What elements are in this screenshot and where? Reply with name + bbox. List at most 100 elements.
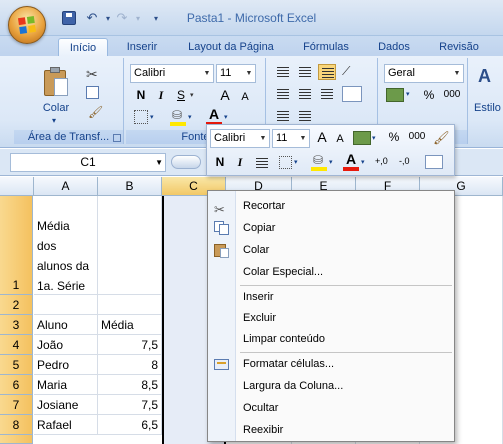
fill-color-dropdown-icon[interactable]: ▾ xyxy=(188,113,192,121)
align-left-icon[interactable] xyxy=(274,86,292,102)
select-all-corner[interactable] xyxy=(0,177,34,196)
font-size-dropdown-icon[interactable]: ▼ xyxy=(243,65,255,82)
font-name-combo[interactable]: Calibri ▼ xyxy=(130,64,214,83)
mini-font-name-dropdown-icon[interactable]: ▼ xyxy=(257,130,269,147)
mini-font-size-combo[interactable]: 11 ▼ xyxy=(272,129,310,148)
row-header-4[interactable]: 4 xyxy=(0,335,33,355)
row-header-7[interactable]: 7 xyxy=(0,395,33,415)
menu-item-colar-especial[interactable]: Colar Especial... xyxy=(208,261,454,283)
styles-icon[interactable]: A xyxy=(478,66,491,87)
row-header-8[interactable]: 8 xyxy=(0,415,33,435)
underline-dropdown-icon[interactable]: ▾ xyxy=(190,91,194,99)
cell-b8[interactable]: 6,5 xyxy=(98,415,162,435)
name-box-dropdown-icon[interactable]: ▼ xyxy=(155,154,163,171)
borders-icon[interactable] xyxy=(134,110,148,124)
mini-fill-color-icon[interactable]: ⛁ xyxy=(311,153,327,171)
font-name-dropdown-icon[interactable]: ▼ xyxy=(201,65,213,82)
paste-icon[interactable] xyxy=(42,66,70,100)
cell-b6[interactable]: 8,5 xyxy=(98,375,162,395)
cell-a8[interactable]: Rafael xyxy=(34,415,98,435)
copy-icon[interactable] xyxy=(86,86,99,99)
column-header-b[interactable]: B xyxy=(98,177,162,196)
row-header-2[interactable]: 2 xyxy=(0,295,33,315)
cut-icon[interactable]: ✂ xyxy=(86,66,98,83)
mini-decrease-decimal-icon[interactable]: -,0 xyxy=(399,156,410,166)
mini-increase-decimal-icon[interactable]: +,0 xyxy=(375,156,388,166)
row-header-3[interactable]: 3 xyxy=(0,315,33,335)
tab-inicio[interactable]: Início xyxy=(58,38,108,56)
menu-item-colar[interactable]: Colar xyxy=(208,239,454,261)
paste-button[interactable]: Colar xyxy=(28,102,84,114)
mini-borders-icon[interactable] xyxy=(279,156,292,169)
cell-a1[interactable]: Média dos alunos da 1a. Série xyxy=(34,196,98,295)
shrink-font-button[interactable]: A xyxy=(236,88,254,106)
mini-thousands-button[interactable]: 000 xyxy=(405,128,429,146)
align-right-icon[interactable] xyxy=(318,86,336,102)
row-header-5[interactable]: 5 xyxy=(0,355,33,375)
cell-a5[interactable]: Pedro xyxy=(34,355,98,375)
cell-b5[interactable]: 8 xyxy=(98,355,162,375)
mini-font-name-combo[interactable]: Calibri ▼ xyxy=(210,129,270,148)
name-box[interactable]: C1 ▼ xyxy=(10,153,166,172)
orientation-icon[interactable]: ⟋ xyxy=(342,64,362,80)
grow-font-button[interactable]: A xyxy=(216,86,234,104)
row-header-6[interactable]: 6 xyxy=(0,375,33,395)
mini-align-center-icon[interactable] xyxy=(253,155,271,171)
cell-b3[interactable]: Média xyxy=(98,315,162,335)
merge-cells-icon[interactable] xyxy=(342,86,362,102)
mini-italic-button[interactable]: I xyxy=(231,153,249,171)
menu-item-largura-da-coluna[interactable]: Largura da Coluna... xyxy=(208,375,454,397)
align-center-icon[interactable] xyxy=(296,86,314,102)
formula-bar-handle[interactable] xyxy=(171,155,201,169)
mini-shrink-font-button[interactable]: A xyxy=(331,130,349,148)
menu-item-recortar[interactable]: ✂ Recortar xyxy=(208,195,454,217)
menu-item-reexibir[interactable]: Reexibir xyxy=(208,419,454,441)
font-color-icon[interactable]: A xyxy=(206,106,222,126)
cell-b7[interactable]: 7,5 xyxy=(98,395,162,415)
currency-dropdown-icon[interactable]: ▾ xyxy=(406,90,410,98)
mini-font-color-icon[interactable]: A xyxy=(343,151,359,171)
percent-button[interactable]: % xyxy=(420,86,438,104)
mini-fill-color-dropdown-icon[interactable]: ▾ xyxy=(329,158,333,166)
mini-font-color-dropdown-icon[interactable]: ▾ xyxy=(361,158,365,166)
styles-button[interactable]: Estilo xyxy=(474,102,501,114)
mini-font-size-dropdown-icon[interactable]: ▼ xyxy=(297,130,309,147)
tab-revisao[interactable]: Revisão xyxy=(432,38,486,56)
menu-item-limpar-conteudo[interactable]: Limpar conteúdo xyxy=(208,328,454,350)
cell-b4[interactable]: 7,5 xyxy=(98,335,162,355)
cell-a6[interactable]: Maria xyxy=(34,375,98,395)
format-painter-icon[interactable]: 🖌 xyxy=(88,106,103,118)
tab-layout-da-pagina[interactable]: Layout da Página xyxy=(180,38,282,56)
cell-a3[interactable]: Aluno xyxy=(34,315,98,335)
mini-currency-dropdown-icon[interactable]: ▾ xyxy=(372,134,376,142)
mini-percent-button[interactable]: % xyxy=(385,128,403,146)
clipboard-launcher-icon[interactable] xyxy=(113,134,121,142)
increase-indent-icon[interactable] xyxy=(296,108,314,124)
menu-item-copiar[interactable]: Copiar xyxy=(208,217,454,239)
tab-formulas[interactable]: Fórmulas xyxy=(296,38,356,56)
row-header-9[interactable] xyxy=(0,435,33,444)
menu-item-inserir[interactable]: Inserir xyxy=(208,286,454,308)
mini-grow-font-button[interactable]: A xyxy=(313,128,331,146)
number-format-dropdown-icon[interactable]: ▼ xyxy=(451,65,463,82)
mini-format-painter-icon[interactable]: 🖌 xyxy=(433,130,450,146)
currency-icon[interactable] xyxy=(386,88,404,102)
mini-borders-dropdown-icon[interactable]: ▾ xyxy=(294,158,298,166)
bold-button[interactable]: N xyxy=(132,86,150,104)
office-button[interactable] xyxy=(8,6,46,44)
menu-item-formatar-celulas[interactable]: Formatar células... xyxy=(208,353,454,375)
borders-dropdown-icon[interactable]: ▾ xyxy=(150,113,154,121)
column-header-a[interactable]: A xyxy=(34,177,98,196)
menu-item-ocultar[interactable]: Ocultar xyxy=(208,397,454,419)
tab-dados[interactable]: Dados xyxy=(370,38,418,56)
align-top-icon[interactable] xyxy=(274,64,292,80)
fill-color-icon[interactable]: ⛁ xyxy=(170,108,186,126)
underline-button[interactable]: S xyxy=(172,86,190,104)
row-header-1[interactable]: 1 xyxy=(0,196,33,295)
italic-button[interactable]: I xyxy=(152,86,170,104)
paste-dropdown-icon[interactable]: ▾ xyxy=(52,116,56,125)
mini-merge-cells-icon[interactable] xyxy=(425,155,443,169)
cell-a7[interactable]: Josiane xyxy=(34,395,98,415)
align-bottom-icon[interactable] xyxy=(318,64,336,80)
mini-bold-button[interactable]: N xyxy=(211,153,229,171)
